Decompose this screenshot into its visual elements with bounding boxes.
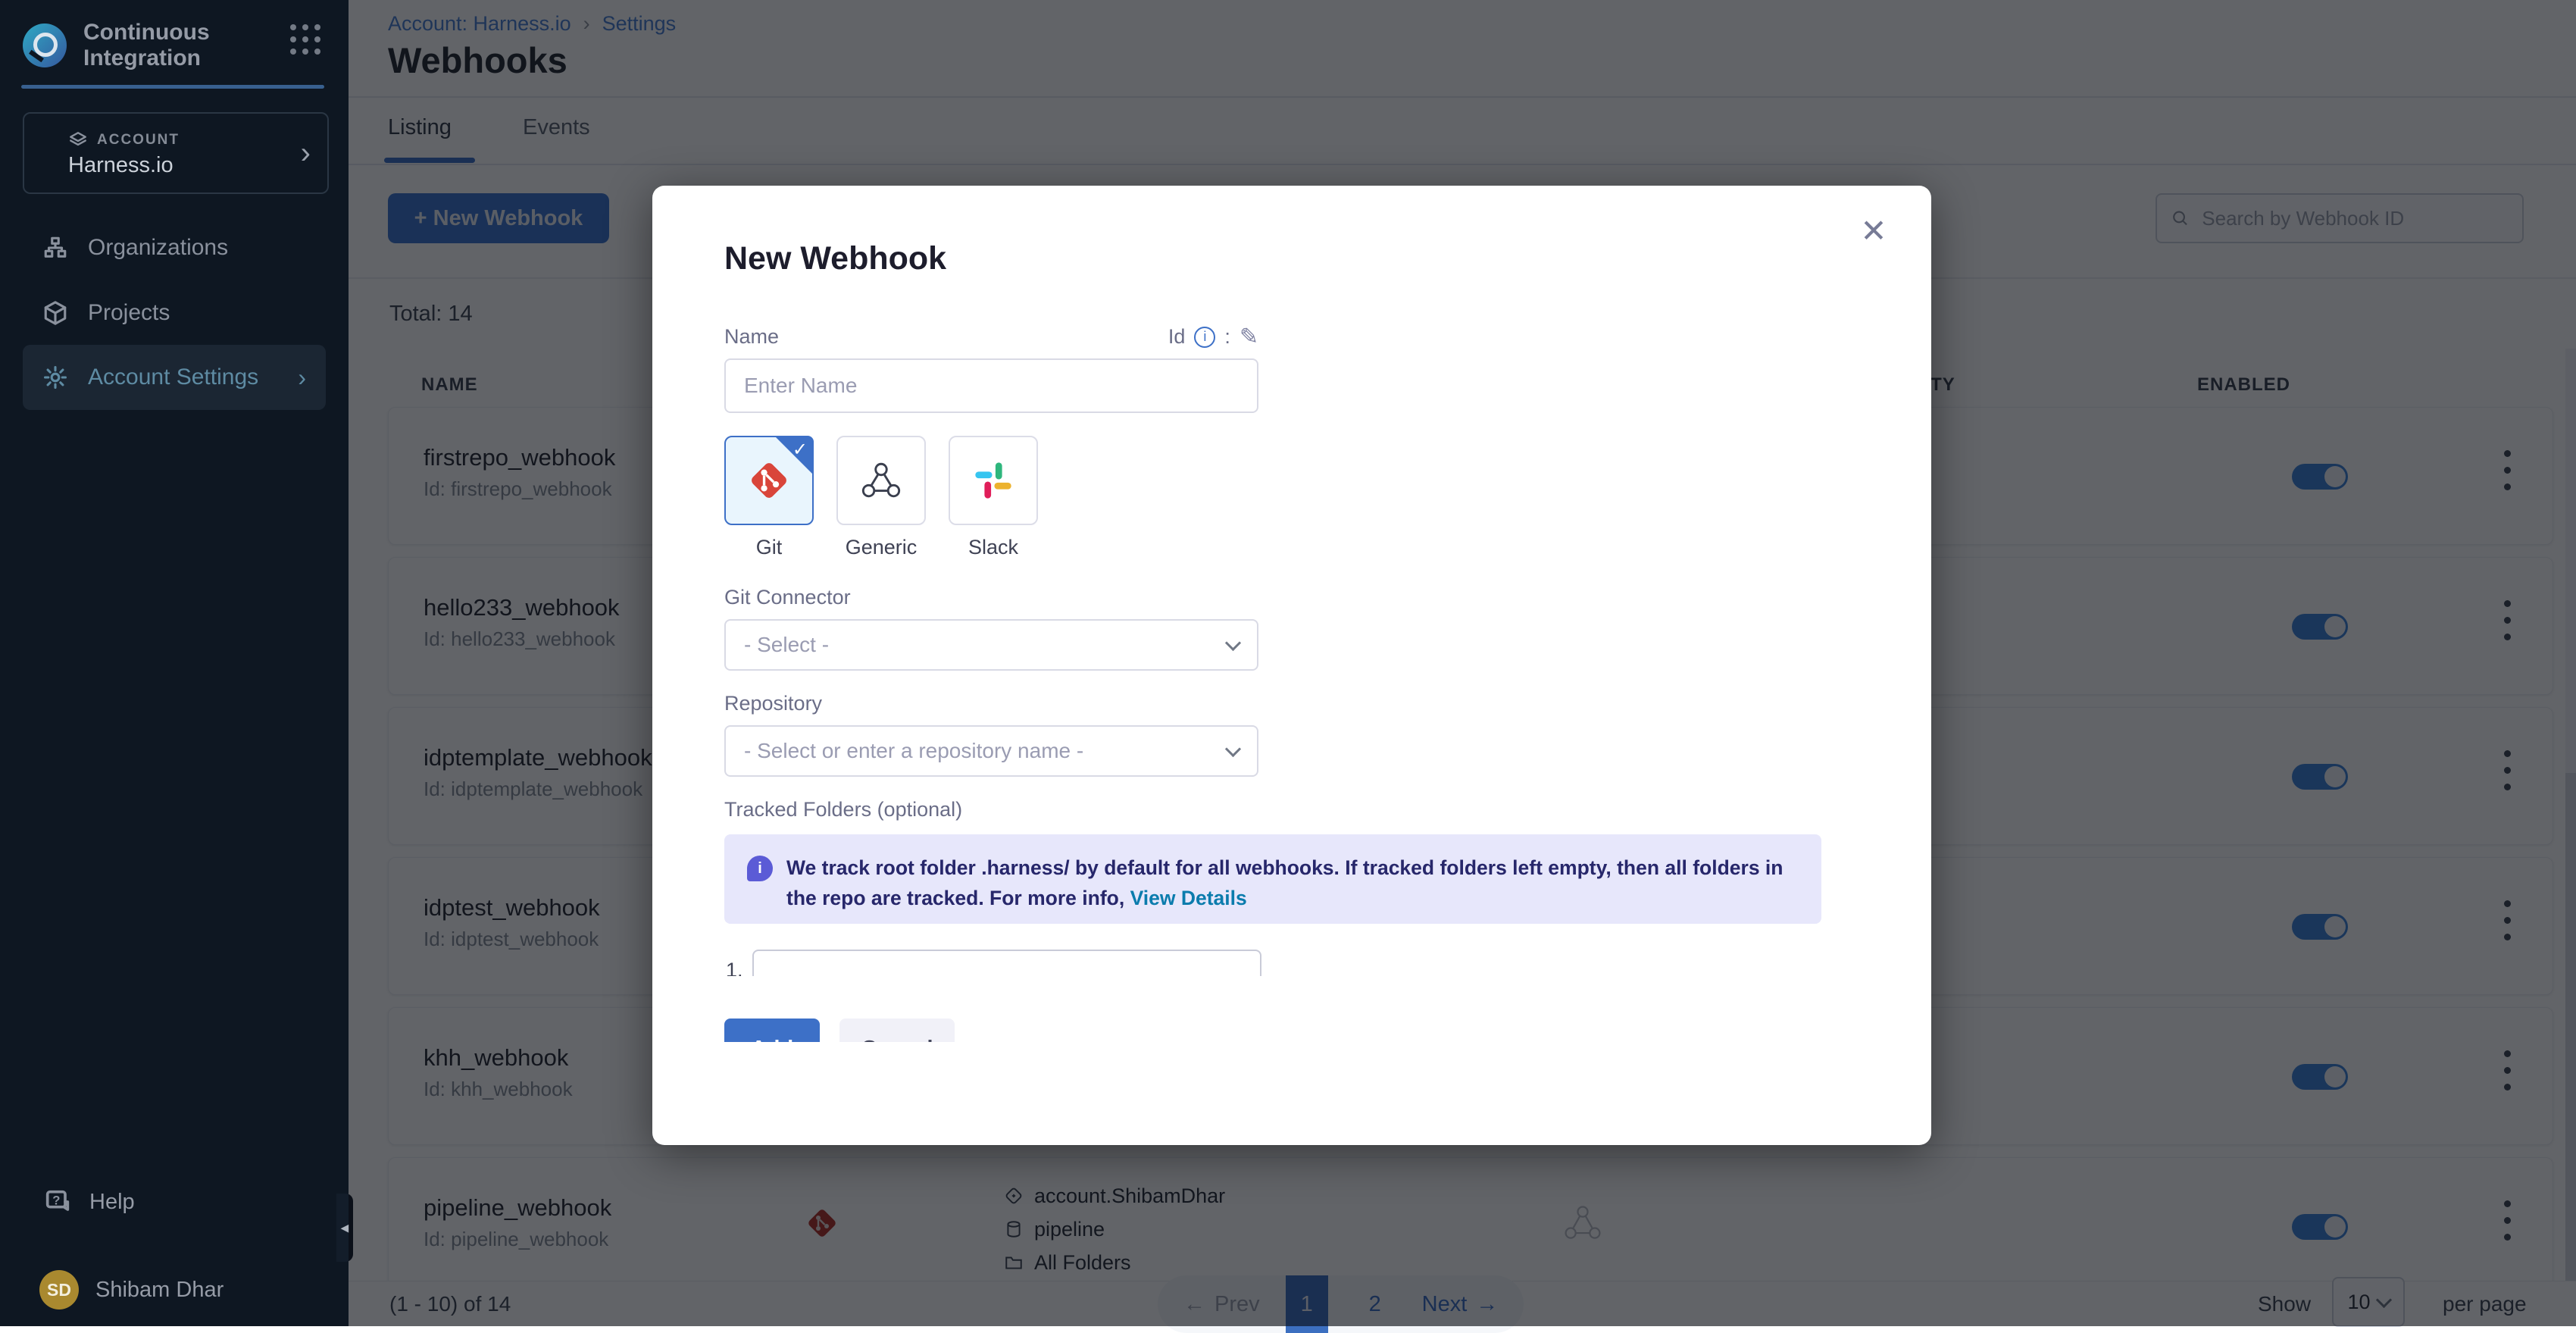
svg-text:?: ? <box>52 1193 60 1207</box>
type-label-slack: Slack <box>949 536 1038 559</box>
sidebar-item-organizations[interactable]: Organizations <box>23 215 326 280</box>
tracked-folders-list: 1. <box>652 945 1931 976</box>
modal-title: New Webhook <box>724 240 946 277</box>
folder-row-index: 1. <box>726 959 743 976</box>
git-connector-label: Git Connector <box>724 586 851 609</box>
info-icon[interactable]: i <box>1194 327 1215 348</box>
user-name: Shibam Dhar <box>95 1278 224 1303</box>
info-icon: i <box>747 856 773 881</box>
type-card-generic[interactable]: Generic <box>836 436 926 525</box>
module-accent-underline <box>21 85 324 89</box>
cancel-button[interactable]: Cancel <box>839 1019 955 1042</box>
folder-path-input[interactable] <box>752 950 1261 976</box>
type-card-git[interactable]: ✓ Git <box>724 436 814 525</box>
webhook-generic-icon <box>859 458 903 502</box>
account-name: Harness.io <box>68 153 174 178</box>
tracked-folders-info-banner: i We track root folder .harness/ by defa… <box>724 834 1821 924</box>
avatar: SD <box>39 1270 79 1310</box>
type-label-git: Git <box>724 536 814 559</box>
info-text: We track root folder .harness/ by defaul… <box>786 853 1799 913</box>
view-details-link[interactable]: View Details <box>1130 887 1247 909</box>
account-scope-card[interactable]: ACCOUNT Harness.io › <box>23 112 329 194</box>
help-chat-icon: ? <box>42 1187 73 1217</box>
gear-icon <box>42 365 68 390</box>
chevron-down-icon <box>1225 634 1241 650</box>
sidebar-item-label: Account Settings <box>88 365 258 390</box>
help-label: Help <box>89 1190 135 1215</box>
repository-label: Repository <box>724 692 822 715</box>
help-button[interactable]: ? Help <box>42 1187 135 1217</box>
sidebar-item-label: Organizations <box>88 235 228 261</box>
projects-cube-icon <box>42 300 68 326</box>
module-title: Continuous Integration <box>83 20 326 71</box>
git-connector-select[interactable]: - Select - <box>724 619 1258 671</box>
id-separator: : <box>1224 325 1230 349</box>
type-label-generic: Generic <box>836 536 926 559</box>
layers-icon <box>68 130 88 150</box>
module-switcher-grid-icon[interactable] <box>290 24 322 56</box>
chevron-right-icon: › <box>298 364 306 392</box>
tracked-folders-label: Tracked Folders (optional) <box>724 798 962 821</box>
ci-module-logo-icon <box>23 23 67 67</box>
name-label: Name <box>724 325 779 349</box>
edit-id-pencil-icon[interactable]: ✎ <box>1240 324 1258 350</box>
check-icon: ✓ <box>792 439 808 461</box>
add-button[interactable]: Add <box>724 1019 820 1042</box>
user-menu[interactable]: SD Shibam Dhar <box>39 1270 224 1310</box>
id-label: Id <box>1168 325 1186 349</box>
repository-select[interactable]: - Select or enter a repository name - <box>724 725 1258 777</box>
organizations-icon <box>42 235 68 261</box>
sidebar: Continuous Integration ACCOUNT Harness.i… <box>0 0 349 1326</box>
slack-logo-icon <box>971 458 1015 502</box>
webhook-name-input[interactable] <box>724 358 1258 413</box>
sidebar-item-projects[interactable]: Projects <box>23 280 326 346</box>
chevron-down-icon <box>1225 740 1241 756</box>
new-webhook-modal: ✕ New Webhook Name Id i : ✎ ✓ <box>652 186 1931 1145</box>
type-card-slack[interactable]: Slack <box>949 436 1038 525</box>
account-scope-label: ACCOUNT <box>68 130 180 150</box>
sidebar-item-account-settings[interactable]: Account Settings › <box>23 345 326 410</box>
chevron-right-icon: › <box>301 139 311 167</box>
sidebar-item-label: Projects <box>88 300 170 326</box>
